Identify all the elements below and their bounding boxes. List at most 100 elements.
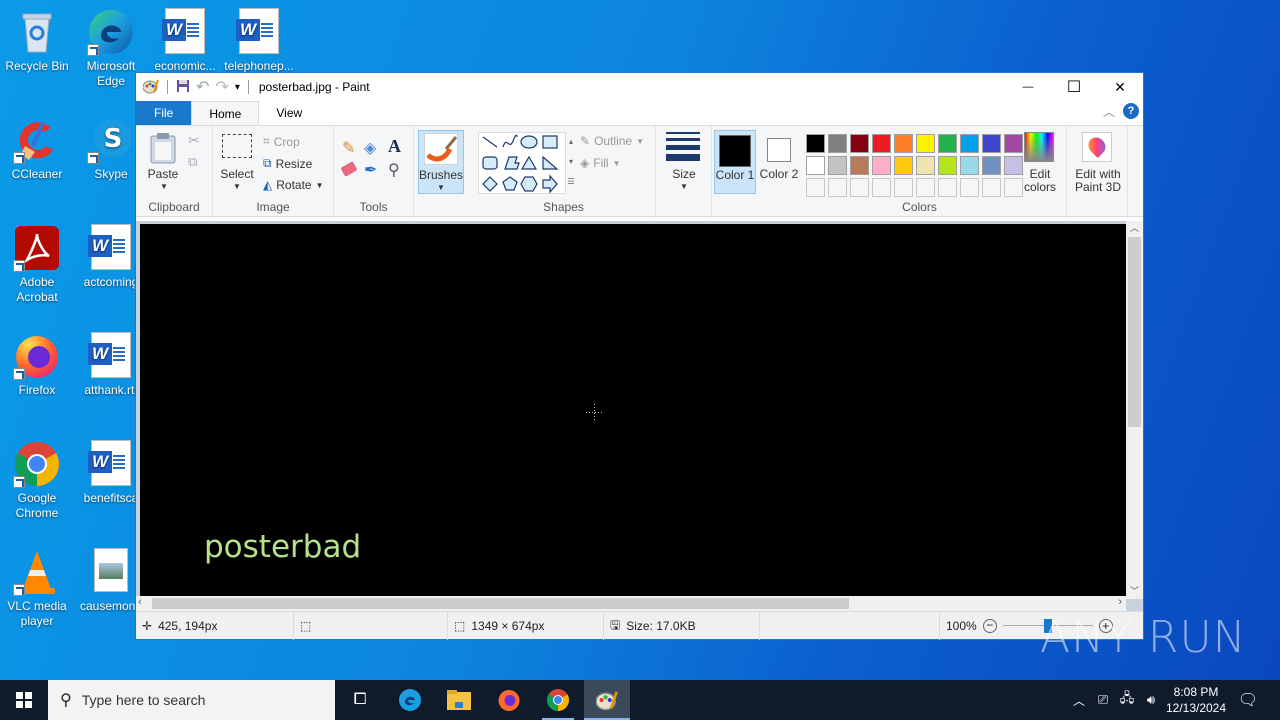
pencil-icon[interactable]: ✎ — [342, 138, 355, 158]
taskbar-firefox[interactable] — [489, 680, 529, 720]
palette-swatch[interactable] — [938, 156, 957, 175]
start-button[interactable] — [0, 680, 48, 720]
palette-swatch[interactable] — [916, 156, 935, 175]
paint-app-icon[interactable] — [142, 78, 159, 97]
undo-icon[interactable]: ↶ — [196, 77, 209, 97]
brush-icon — [423, 132, 459, 166]
collapse-ribbon-icon[interactable]: ︿ — [1103, 103, 1115, 120]
resize-button[interactable]: ⧉ Resize — [263, 156, 312, 171]
save-icon[interactable] — [176, 79, 190, 96]
palette-swatch[interactable] — [894, 156, 913, 175]
custom-color-slot[interactable] — [828, 178, 847, 197]
palette-swatch[interactable] — [828, 156, 847, 175]
desktop-icon-firefox[interactable]: Firefox — [0, 332, 74, 398]
palette-swatch[interactable] — [960, 134, 979, 153]
desktop-icon-economic[interactable]: economic... — [148, 8, 222, 74]
desktop-icon-vlc[interactable]: VLC media player — [0, 548, 74, 629]
selection-size-icon: ⬚ — [300, 619, 312, 633]
desktop-icon-adobe[interactable]: Adobe Acrobat — [0, 224, 74, 305]
image-size: ⬚ 1349 × 674px — [448, 612, 604, 640]
custom-color-slot[interactable] — [960, 178, 979, 197]
color-picker-icon[interactable]: ✒ — [364, 160, 377, 180]
desktop-icon-chrome[interactable]: Google Chrome — [0, 440, 74, 521]
eraser-icon[interactable] — [340, 161, 358, 177]
palette-swatch[interactable] — [872, 156, 891, 175]
tab-view[interactable]: View — [259, 101, 319, 125]
palette-swatch[interactable] — [894, 134, 913, 153]
brushes-button[interactable]: Brushes ▼ — [418, 130, 464, 194]
taskbar-edge[interactable] — [390, 680, 430, 720]
network-icon[interactable]: 🖧 — [1116, 680, 1138, 720]
paste-button[interactable]: Paste ▼ — [144, 132, 182, 192]
notifications-button[interactable]: 🗨︎ — [1232, 680, 1264, 720]
horizontal-scroll-thumb[interactable] — [152, 598, 849, 609]
edit-with-paint3d-button[interactable]: Edit with Paint 3D — [1069, 130, 1127, 194]
color1-button[interactable]: Color 1 — [714, 130, 756, 194]
scroll-left-icon[interactable]: ‹ — [138, 596, 142, 608]
zoom-out-icon[interactable]: − — [982, 619, 997, 633]
scroll-down-icon[interactable]: ﹀ — [1126, 584, 1143, 597]
palette-swatch[interactable] — [850, 134, 869, 153]
taskbar-chrome[interactable] — [538, 680, 578, 720]
volume-icon[interactable]: 🔊︎ — [1140, 680, 1162, 720]
show-hidden-icons-button[interactable]: ︿ — [1068, 680, 1090, 720]
custom-color-slot[interactable] — [938, 178, 957, 197]
fill-bucket-icon[interactable]: ◈ — [364, 138, 376, 158]
palette-swatch[interactable] — [938, 134, 957, 153]
shapes-gallery[interactable] — [478, 132, 566, 194]
palette-swatch[interactable] — [872, 134, 891, 153]
rectangle-shape-icon — [542, 135, 558, 149]
minimize-button[interactable]: — — [1005, 73, 1051, 101]
palette-swatch[interactable] — [806, 156, 825, 175]
magnifier-icon[interactable]: ⚲ — [388, 160, 400, 180]
task-view-button[interactable]: ⧠ — [340, 680, 380, 720]
taskbar-paint[interactable] — [584, 680, 630, 720]
palette-swatch[interactable] — [960, 156, 979, 175]
desktop-icon-ccleaner[interactable]: CCleaner — [0, 116, 74, 182]
vertical-scrollbar[interactable]: ︿ ﹀ — [1126, 221, 1143, 599]
fill-button[interactable]: ◈ Fill ▼ — [580, 156, 620, 170]
custom-color-slot[interactable] — [982, 178, 1001, 197]
size-button[interactable]: Size ▼ — [662, 130, 706, 194]
vertical-scroll-thumb[interactable] — [1128, 237, 1141, 427]
desktop-icon-recycle-bin[interactable]: Recycle Bin — [0, 8, 74, 74]
horizontal-scrollbar[interactable]: ‹ › — [136, 596, 1126, 611]
maximize-button[interactable]: ☐ — [1051, 73, 1097, 101]
scroll-right-icon[interactable]: › — [1118, 596, 1122, 608]
outline-button[interactable]: ✎ Outline ▼ — [580, 134, 644, 148]
desktop-icon-telephone[interactable]: telephonep... — [222, 8, 296, 74]
search-box[interactable]: ⚲ Type here to search — [48, 680, 335, 720]
tab-home[interactable]: Home — [191, 101, 260, 125]
custom-color-slot[interactable] — [916, 178, 935, 197]
palette-swatch[interactable] — [982, 156, 1001, 175]
palette-swatch[interactable] — [828, 134, 847, 153]
text-icon[interactable]: A — [388, 136, 401, 157]
rotate-button[interactable]: ◭ Rotate ▼ — [263, 178, 324, 192]
redo-icon[interactable]: ↷ — [215, 77, 228, 97]
clock[interactable]: 8:08 PM 12/13/2024 — [1162, 680, 1230, 720]
customize-quick-access-icon[interactable]: ▾ — [235, 82, 240, 93]
drawing-canvas[interactable]: posterbad — [140, 224, 1126, 596]
palette-swatch[interactable] — [850, 156, 869, 175]
shapes-scroll[interactable]: ▴ ▾ ☰ — [566, 132, 576, 194]
close-button[interactable]: ✕ — [1097, 73, 1143, 101]
meet-now-icon[interactable]: ⎚ — [1092, 680, 1114, 720]
copy-icon[interactable]: ⧉ — [188, 154, 197, 170]
tab-file[interactable]: File — [136, 101, 192, 125]
color2-button[interactable]: Color 2 — [758, 130, 800, 194]
palette-swatch[interactable] — [982, 134, 1001, 153]
cut-icon[interactable]: ✂ — [188, 132, 200, 149]
crop-button[interactable]: ⌗ Crop — [263, 134, 300, 149]
custom-color-slot[interactable] — [806, 178, 825, 197]
scroll-up-icon[interactable]: ︿ — [1126, 221, 1143, 235]
select-button[interactable]: Select ▼ — [219, 134, 255, 194]
palette-swatch[interactable] — [806, 134, 825, 153]
taskbar-file-explorer[interactable] — [439, 680, 479, 720]
custom-color-slot[interactable] — [872, 178, 891, 197]
help-icon[interactable]: ? — [1123, 103, 1139, 119]
custom-color-slot[interactable] — [850, 178, 869, 197]
edit-colors-button[interactable]: Edit colors — [1020, 130, 1060, 194]
cursor-position-icon: ✛ — [142, 619, 153, 633]
custom-color-slot[interactable] — [894, 178, 913, 197]
palette-swatch[interactable] — [916, 134, 935, 153]
